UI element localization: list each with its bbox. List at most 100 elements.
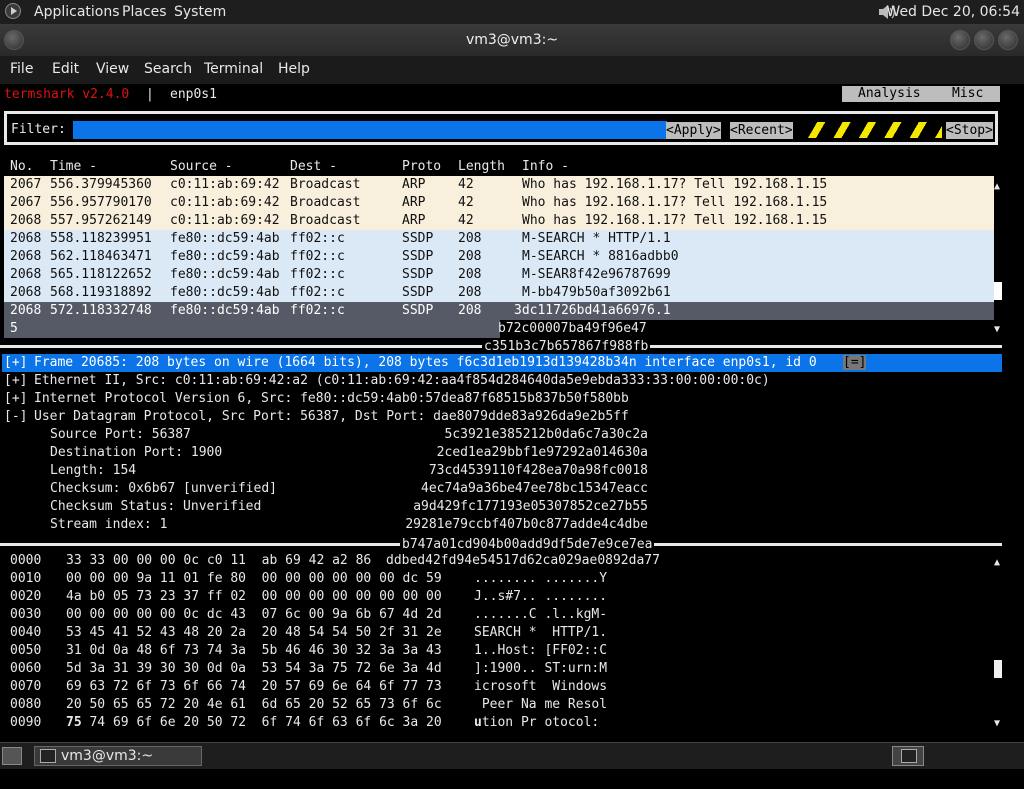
menu-help[interactable]: Help: [278, 61, 310, 77]
show-desktop-icon[interactable]: [2, 747, 22, 765]
col-dest[interactable]: Dest -: [290, 159, 337, 174]
hex-bytes[interactable]: 00 00 00 00 00 0c dc 43 07 6c 00 9a 6b 6…: [66, 607, 442, 622]
detail-line[interactable]: User Datagram Protocol, Src Port: 56387,…: [34, 409, 629, 424]
hex-bytes[interactable]: 31 0d 0a 48 6f 73 74 3a 5b 46 46 30 32 3…: [66, 643, 442, 658]
packet-list-scroll-thumb[interactable]: [994, 282, 1002, 300]
stop-button[interactable]: <Stop>: [946, 122, 993, 139]
hex-ascii[interactable]: icrosoft Windows: [474, 679, 607, 694]
hex-scroll-thumb[interactable]: [994, 660, 1002, 678]
table-row[interactable]: 2067 556.957790170 c0:11:ab:69:42 Broadcast…: [4, 194, 994, 212]
table-row[interactable]: 2068 572.118332748 fe80::dc59:4ab ff02::c SS…: [4, 302, 994, 320]
table-row[interactable]: 2067 556.379945360 c0:11:ab:69:42 Broadcast…: [4, 176, 994, 194]
menu-applications[interactable]: Applications: [34, 4, 120, 20]
terminal-area[interactable]: termshark v2.4.0 | enp0s1 Analysis Misc …: [0, 84, 1004, 742]
applications-logo-icon[interactable]: [5, 3, 21, 19]
recent-button[interactable]: <Recent>: [730, 122, 793, 139]
tree-toggle[interactable]: [+]: [4, 391, 27, 406]
hex-offset: 0040: [10, 625, 42, 640]
table-row[interactable]: 2068 557.957262149 c0:11:ab:69:42 Broadcast…: [4, 212, 994, 230]
hex-ascii[interactable]: SEARCH * HTTP/1.: [474, 625, 607, 640]
scroll-down-arrow-icon[interactable]: ▼: [994, 718, 1000, 729]
col-length[interactable]: Length: [458, 159, 505, 174]
scroll-up-arrow-icon[interactable]: ▲: [994, 181, 1000, 192]
terminal-icon: [901, 749, 917, 763]
hex-ascii[interactable]: ddbed42fd94e54517d62ca029ae0892da77: [386, 553, 660, 568]
hex-ascii[interactable]: .......C .l..kgM-: [474, 607, 607, 622]
filter-input[interactable]: [73, 121, 667, 139]
tree-toggle[interactable]: [-]: [4, 409, 27, 424]
cell-info: 3dc11726bd41a66976.1: [514, 303, 671, 318]
hex-offset: 0050: [10, 643, 42, 658]
scroll-up-arrow-icon[interactable]: ▲: [994, 557, 1000, 568]
hex-bytes[interactable]: 00 00 00 9a 11 01 fe 80 00 00 00 00 00 0…: [66, 571, 442, 586]
udp-field[interactable]: Stream index: 1: [50, 517, 167, 532]
collapse-marker[interactable]: [=]: [843, 355, 867, 370]
table-row[interactable]: 2068 568.119318892 fe80::dc59:4ab ff02::c SS…: [4, 284, 994, 302]
hex-ascii[interactable]: Peer Na me Resol: [474, 697, 607, 712]
cell-info: Who has 192.168.1.17? Tell 192.168.1.15: [522, 213, 828, 228]
menu-edit[interactable]: Edit: [52, 61, 79, 77]
col-time[interactable]: Time -: [50, 159, 97, 174]
menu-system[interactable]: System: [174, 4, 226, 20]
workspace-switcher[interactable]: [892, 746, 924, 766]
udp-field[interactable]: Destination Port: 1900: [50, 445, 222, 460]
udp-field[interactable]: Length: 154: [50, 463, 136, 478]
col-no[interactable]: No.: [10, 159, 33, 174]
cell-dst: Broadcast: [290, 177, 361, 192]
menu-terminal[interactable]: Terminal: [204, 61, 263, 77]
cell-dst: ff02::c: [290, 249, 345, 264]
table-row[interactable]: 2068 558.118239951 fe80::dc59:4ab ff02::c SS…: [4, 230, 994, 248]
detail-line[interactable]: Ethernet II, Src: c0:11:ab:69:42:a2 (c0:…: [34, 373, 770, 388]
menu-file[interactable]: File: [10, 61, 33, 77]
tree-toggle[interactable]: [+]: [4, 355, 27, 370]
hex-bytes[interactable]: 33 33 00 00 00 0c c0 11 ab 69 42 a2 86: [66, 553, 371, 568]
col-info[interactable]: Info -: [522, 159, 569, 174]
tab-misc[interactable]: Misc: [952, 86, 983, 101]
hex-ascii[interactable]: 1..Host: [FF02::C: [474, 643, 607, 658]
maximize-button[interactable]: [974, 30, 994, 50]
hex-ascii[interactable]: ........ .......Y: [474, 571, 607, 586]
table-row[interactable]: 2068 562.118463471 fe80::dc59:4ab ff02::c SS…: [4, 248, 994, 266]
hex-bytes[interactable]: 20 50 65 65 72 20 4e 61 6d 65 20 52 65 7…: [66, 697, 442, 712]
udp-field-hash: 5c3921e385212b0da6c7a30c2a: [444, 427, 649, 442]
cell-time: 557.957262149: [50, 213, 152, 228]
hex-ascii[interactable]: J..s#7.. ........: [474, 589, 607, 604]
col-proto[interactable]: Proto: [402, 159, 441, 174]
hex-bytes[interactable]: 4a b0 05 73 23 37 ff 02 00 00 00 00 00 0…: [66, 589, 442, 604]
udp-field[interactable]: Source Port: 56387: [50, 427, 191, 442]
hex-bytes[interactable]: 75 74 69 6f 6e 20 50 72 6f 74 6f 63 6f 6…: [66, 715, 442, 730]
hex-ascii[interactable]: ution Pr otocol:: [474, 715, 599, 730]
detail-line[interactable]: Frame 20685: 208 bytes on wire (1664 bit…: [34, 355, 817, 370]
taskbar-item-terminal[interactable]: vm3@vm3:~: [34, 746, 202, 766]
table-row[interactable]: 2068 565.118122652 fe80::dc59:4ab ff02::c SS…: [4, 266, 994, 284]
terminal-scrollbar[interactable]: [1004, 84, 1024, 742]
scroll-down-arrow-icon[interactable]: ▼: [994, 324, 1000, 335]
cell-no: 2068: [10, 213, 42, 228]
hex-ascii[interactable]: ]:1900.. ST:urn:M: [474, 661, 607, 676]
table-row-continuation[interactable]: 5: [4, 320, 500, 338]
udp-field[interactable]: Checksum: 0x6b67 [unverified]: [50, 481, 277, 496]
close-button[interactable]: [998, 30, 1018, 50]
hex-byte-highlight[interactable]: 75: [66, 715, 82, 730]
cell-info: M-bb479b50af3092b61: [522, 285, 671, 300]
menu-places[interactable]: Places: [122, 4, 167, 20]
col-source[interactable]: Source -: [170, 159, 233, 174]
ascii-char-highlight[interactable]: u: [474, 715, 482, 730]
hex-bytes[interactable]: 5d 3a 31 39 30 30 0d 0a 53 54 3a 75 72 6…: [66, 661, 442, 676]
tab-analysis[interactable]: Analysis: [858, 86, 921, 101]
cell-no: 2068: [10, 303, 42, 318]
cell-src: c0:11:ab:69:42: [170, 213, 280, 228]
menu-view[interactable]: View: [96, 61, 129, 77]
hex-bytes[interactable]: 69 63 72 6f 73 6f 66 74 20 57 69 6e 64 6…: [66, 679, 442, 694]
minimize-button[interactable]: [950, 30, 970, 50]
clock[interactable]: Wed Dec 20, 06:54: [886, 4, 1020, 20]
window-titlebar[interactable]: vm3@vm3:~: [0, 24, 1024, 56]
menu-search[interactable]: Search: [144, 61, 192, 77]
udp-field[interactable]: Checksum Status: Unverified: [50, 499, 261, 514]
tree-toggle[interactable]: [+]: [4, 373, 27, 388]
cell-len: 42: [458, 213, 474, 228]
hex-offset: 0060: [10, 661, 42, 676]
apply-button[interactable]: <Apply>: [666, 122, 721, 139]
hex-bytes[interactable]: 53 45 41 52 43 48 20 2a 20 48 54 54 50 2…: [66, 625, 442, 640]
detail-line[interactable]: Internet Protocol Version 6, Src: fe80::…: [34, 391, 629, 406]
